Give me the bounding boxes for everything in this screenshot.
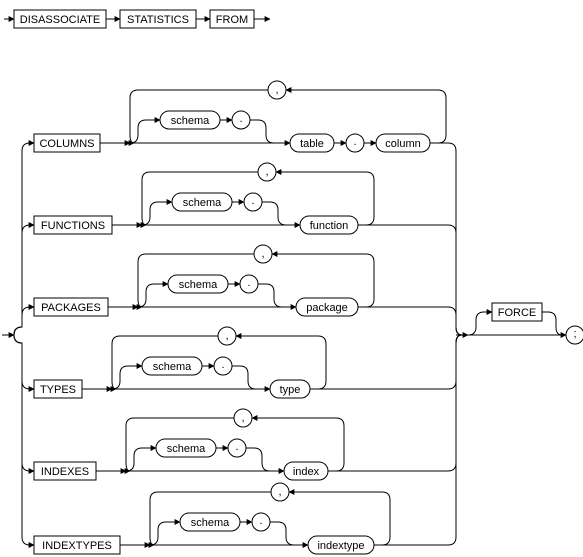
nonterminal-schema: schema (153, 361, 192, 373)
nonterminal-function: function (310, 220, 349, 232)
keyword-from: FROM (216, 14, 248, 26)
keyword-indextypes: INDEXTYPES (42, 540, 112, 552)
dot-icon: . (235, 441, 238, 453)
branch-columns: COLUMNS schema . table . column , (14, 81, 462, 335)
syntax-diagram: DISASSOCIATE STATISTICS FROM COLUMNS sch… (0, 0, 583, 557)
comma-icon: , (225, 330, 228, 342)
nonterminal-schema: schema (179, 279, 218, 291)
nonterminal-schema: schema (167, 443, 206, 455)
nonterminal-schema: schema (171, 115, 210, 127)
comma-icon: , (278, 486, 281, 498)
nonterminal-type: type (280, 384, 301, 396)
branch-packages: PACKAGES schema . package , (14, 245, 462, 335)
semicolon-icon: ; (573, 328, 576, 340)
comma-icon: , (275, 84, 278, 96)
keyword-force: FORCE (498, 307, 537, 319)
dot-icon: . (251, 195, 254, 207)
branch-indexes: INDEXES schema . index , (14, 335, 462, 480)
dot-icon: . (239, 113, 242, 125)
dot-icon: . (247, 277, 250, 289)
keyword-packages: PACKAGES (41, 302, 101, 314)
header-row: DISASSOCIATE STATISTICS FROM (4, 10, 270, 28)
keyword-columns: COLUMNS (39, 138, 94, 150)
keyword-indexes: INDEXES (41, 466, 89, 478)
nonterminal-column: column (385, 138, 420, 150)
dot-icon: . (353, 136, 356, 148)
keyword-statistics: STATISTICS (127, 14, 189, 26)
comma-icon: , (241, 412, 244, 424)
branch-types: TYPES schema . type , (14, 327, 462, 398)
keyword-disassociate: DISASSOCIATE (20, 14, 100, 26)
keyword-functions: FUNCTIONS (41, 220, 105, 232)
comma-icon: , (261, 248, 264, 260)
dot-icon: . (221, 359, 224, 371)
nonterminal-table: table (300, 138, 324, 150)
nonterminal-package: package (306, 302, 348, 314)
dot-icon: . (259, 515, 262, 527)
nonterminal-schema: schema (191, 517, 230, 529)
nonterminal-indextype: indextype (317, 540, 364, 552)
nonterminal-schema: schema (183, 197, 222, 209)
comma-icon: , (265, 166, 268, 178)
tail: FORCE ; (456, 303, 583, 344)
nonterminal-index: index (293, 466, 320, 478)
keyword-types: TYPES (40, 384, 76, 396)
